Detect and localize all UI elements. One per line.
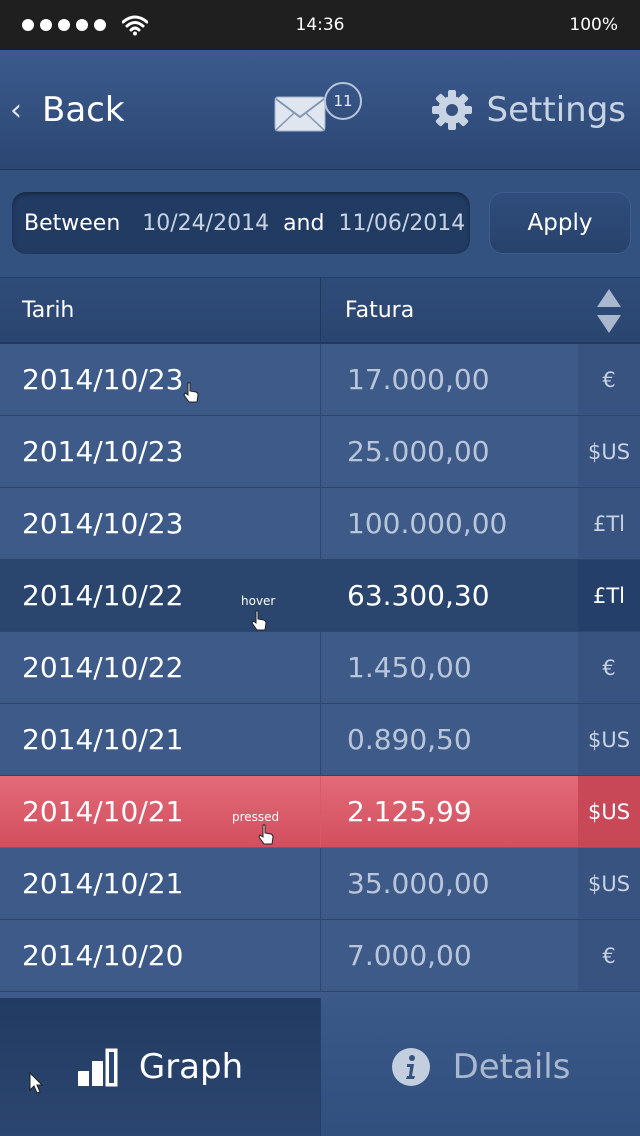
row-amount: 100.000,00 [320, 488, 578, 559]
cursor-icon [258, 824, 274, 845]
hover-state-label: hover [241, 594, 276, 608]
apply-button[interactable]: Apply [489, 192, 631, 254]
status-bar: 14:36 100% [0, 0, 640, 50]
row-amount: 0.890,50 [320, 704, 578, 775]
mail-button[interactable]: 11 [272, 80, 372, 140]
cursor-icon [183, 382, 199, 403]
battery-level: 100% [569, 15, 618, 35]
row-amount: 17.000,00 [320, 344, 578, 415]
row-currency: € [578, 344, 640, 415]
sort-icon[interactable] [596, 288, 622, 334]
row-date: 2014/10/23 [22, 363, 184, 396]
column-header-date[interactable]: Tarih [22, 298, 74, 323]
table-row[interactable]: 2014/10/21 0.890,50 $US [0, 704, 640, 776]
and-label: and [283, 210, 325, 236]
bottom-tab-bar: Graph Details [0, 998, 640, 1136]
signal-dot [22, 19, 34, 31]
row-amount: 25.000,00 [320, 416, 578, 487]
cursor-icon [29, 1072, 44, 1094]
tab-graph[interactable]: Graph [0, 998, 320, 1136]
date-filter-bar: Between 10/24/2014 and 11/06/2014 Apply [0, 170, 640, 278]
row-date: 2014/10/23 [22, 435, 184, 468]
row-currency: $US [578, 704, 640, 775]
row-currency: $US [578, 776, 640, 847]
info-icon [391, 1048, 430, 1086]
table-row-pressed[interactable]: 2014/10/21 pressed 2.125,99 $US [0, 776, 640, 848]
column-header-amount[interactable]: Fatura [345, 298, 414, 323]
row-currency: € [578, 632, 640, 703]
settings-label: Settings [486, 90, 626, 130]
details-tab-label: Details [452, 1047, 571, 1087]
row-currency: £Tl [578, 488, 640, 559]
wifi-icon [122, 15, 148, 36]
table-row[interactable]: 2014/10/23 25.000,00 $US [0, 416, 640, 488]
pressed-state-label: pressed [232, 810, 280, 824]
row-amount: 7.000,00 [320, 920, 578, 991]
row-amount: 2.125,99 [320, 776, 578, 847]
mail-count-badge: 11 [324, 82, 362, 120]
cursor-icon [251, 610, 267, 631]
table-header: Tarih Fatura [0, 278, 640, 344]
gear-icon [431, 90, 472, 130]
bar-chart-icon [77, 1048, 118, 1087]
row-currency: £Tl [578, 560, 640, 631]
signal-dot [40, 19, 52, 31]
table-row[interactable]: 2014/10/22 1.450,00 € [0, 632, 640, 704]
settings-button[interactable]: Settings [431, 84, 626, 136]
table-row[interactable]: 2014/10/20 7.000,00 € [0, 920, 640, 992]
mail-icon [274, 96, 326, 132]
navigation-bar: ‹ Back 11 Settings [0, 50, 640, 170]
row-currency: $US [578, 416, 640, 487]
start-date-input[interactable]: 10/24/2014 [142, 211, 269, 236]
row-date: 2014/10/22 [22, 651, 184, 684]
chevron-left-icon: ‹ [10, 92, 22, 128]
row-amount: 63.300,30 [320, 560, 578, 631]
row-currency: € [578, 920, 640, 991]
tab-details[interactable]: Details [320, 998, 640, 1136]
between-label: Between [24, 210, 121, 236]
graph-tab-label: Graph [138, 1047, 244, 1087]
row-currency: $US [578, 848, 640, 919]
row-amount: 1.450,00 [320, 632, 578, 703]
row-amount: 35.000,00 [320, 848, 578, 919]
table-row[interactable]: 2014/10/23 100.000,00 £Tl [0, 488, 640, 560]
table-row[interactable]: 2014/10/23 17.000,00 € [0, 344, 640, 416]
back-label: Back [42, 90, 125, 130]
column-divider [320, 278, 321, 344]
table-row[interactable]: 2014/10/21 35.000,00 $US [0, 848, 640, 920]
row-date: 2014/10/23 [22, 507, 184, 540]
invoice-list: 2014/10/23 17.000,00 € 2014/10/23 25.000… [0, 344, 640, 992]
table-row-hover[interactable]: 2014/10/22 hover 63.300,30 £Tl [0, 560, 640, 632]
end-date-input[interactable]: 11/06/2014 [338, 211, 465, 236]
signal-dot [76, 19, 88, 31]
signal-dot [94, 19, 106, 31]
date-range-field[interactable]: Between 10/24/2014 and 11/06/2014 [12, 192, 470, 254]
row-date: 2014/10/21 [22, 723, 184, 756]
row-date: 2014/10/20 [22, 939, 184, 972]
signal-indicator [22, 14, 148, 36]
signal-dot [58, 19, 70, 31]
back-button[interactable]: ‹ Back [10, 84, 125, 136]
row-date: 2014/10/21 [22, 867, 184, 900]
